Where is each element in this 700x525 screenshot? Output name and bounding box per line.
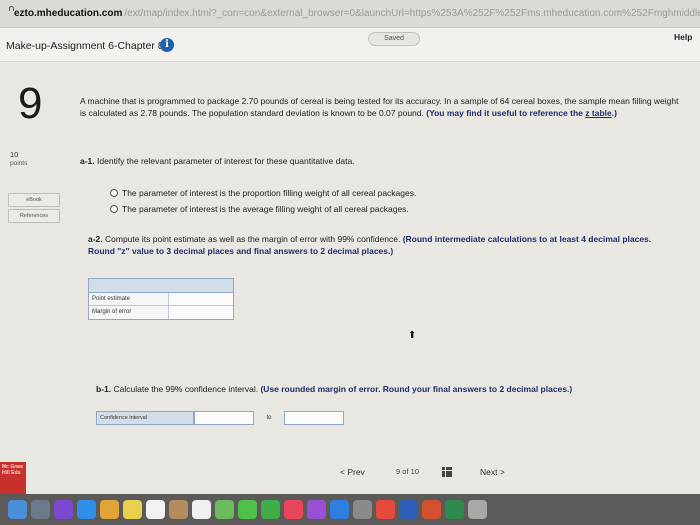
option-proportion[interactable]: The parameter of interest is the proport… [110,188,416,198]
part-a1-label: a-1. [80,156,95,166]
chrome-icon[interactable] [376,500,395,519]
point-estimate-input[interactable] [169,293,233,305]
url-path: /ext/map/index.html?_con=con&external_br… [124,8,700,19]
contacts-icon[interactable] [169,500,188,519]
trash-icon[interactable] [468,500,487,519]
references-button[interactable]: References [8,209,60,223]
margin-of-error-label: Margin of error [89,306,169,319]
points-label: points [10,160,28,167]
preferences-icon[interactable] [353,500,372,519]
photos-icon[interactable] [100,500,119,519]
part-a2-prompt: a-2. Compute its point estimate as well … [88,234,678,257]
facetime-icon[interactable] [261,500,280,519]
maps-icon[interactable] [215,500,234,519]
ebook-button[interactable]: eBook [8,193,60,207]
part-a2-label: a-2. [88,234,103,244]
points-value: 10 [10,150,19,159]
assignment-title: Make-up-Assignment 6-Chapter 8 [6,40,164,52]
appstore-icon[interactable] [330,500,349,519]
word-icon[interactable] [399,500,418,519]
notes-icon[interactable] [123,500,142,519]
launchpad-icon[interactable] [31,500,50,519]
point-estimate-table: Point estimate Margin of error [88,278,234,320]
saved-status-badge: Saved [368,32,420,46]
calendar-icon[interactable] [146,500,165,519]
part-b1-instruction: (Use rounded margin of error. Round your… [260,384,573,394]
url-host: ezto.mheducation.com [14,8,123,19]
table-row: Margin of error [89,306,233,319]
question-prompt-note: (You may find it useful to reference the [426,107,583,118]
table-row: Point estimate [89,293,233,306]
part-a2-text: Compute its point estimate as well as th… [105,234,401,244]
question-number: 9 [18,79,43,128]
option-average[interactable]: The parameter of interest is the average… [110,204,409,214]
reminders-icon[interactable] [192,500,211,519]
part-a1-prompt: a-1. Identify the relevant parameter of … [80,156,355,166]
mcgraw-hill-logo: Mc Graw Hill Edu [0,462,26,496]
part-a1-text: Identify the relevant parameter of inter… [97,156,355,166]
table-header [89,279,233,293]
music-icon[interactable] [284,500,303,519]
option-label: The parameter of interest is the proport… [122,188,417,198]
confidence-interval-label: Confidence interval [96,411,194,425]
info-icon[interactable]: i [160,38,174,52]
option-label: The parameter of interest is the average… [122,204,409,214]
messages-icon[interactable] [238,500,257,519]
ci-lower-input[interactable] [194,411,254,425]
question-grid-icon[interactable] [442,467,452,477]
page-indicator: 9 of 10 [396,467,419,476]
browser-url-bar[interactable]: ezto.mheducation.com /ext/map/index.html… [0,0,700,28]
ci-upper-input[interactable] [284,411,344,425]
question-prompt-note-end: .) [611,107,617,118]
radio-button-icon[interactable] [110,189,118,197]
point-estimate-label: Point estimate [89,293,169,305]
excel-icon[interactable] [445,500,464,519]
confidence-interval-row: Confidence interval to [96,411,344,425]
powerpoint-icon[interactable] [422,500,441,519]
podcasts-icon[interactable] [307,500,326,519]
macos-dock [0,494,700,525]
part-b1-label: b-1. [96,384,112,394]
part-b1-prompt: b-1. Calculate the 99% confidence interv… [96,384,572,394]
mouse-cursor-icon: ⬆ [408,330,417,341]
ci-to-label: to [266,415,272,421]
next-button[interactable]: Next > [480,467,505,477]
safari-icon[interactable] [77,500,96,519]
help-link[interactable]: Help [674,32,692,42]
part-b1-text: Calculate the 99% confidence interval. [113,384,259,394]
siri-icon[interactable] [54,500,73,519]
total-pages: 10 [410,467,419,476]
assignment-header: Make-up-Assignment 6-Chapter 8 i Saved H… [0,28,700,62]
finder-icon[interactable] [8,500,27,519]
current-page: 9 [396,467,401,476]
of-label: of [402,467,409,476]
question-prompt: A machine that is programmed to package … [80,96,680,119]
margin-of-error-input[interactable] [169,306,233,319]
z-table-link[interactable]: z table [585,108,611,118]
radio-button-icon[interactable] [110,205,118,213]
prev-button[interactable]: < Prev [340,467,365,477]
